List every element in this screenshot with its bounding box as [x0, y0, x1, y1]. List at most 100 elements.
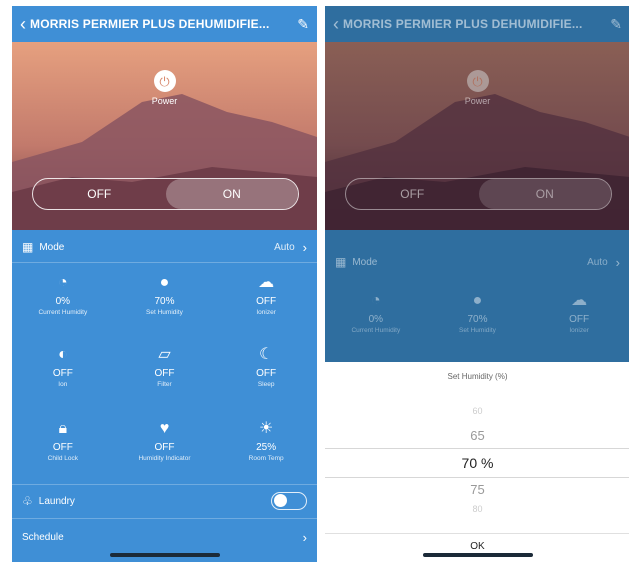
- humidity-drop-icon: ◔: [370, 292, 381, 309]
- stat-room-temp: ☀ 25% Room Temp: [215, 420, 317, 462]
- divider: [325, 533, 629, 534]
- stat-label: Ionizer: [569, 327, 589, 334]
- home-indicator: [109, 553, 220, 557]
- stat-humidity-indicator[interactable]: ♥ OFF Humidity Indicator: [114, 420, 216, 462]
- mode-row[interactable]: ▦ Mode Auto ›: [12, 233, 317, 261]
- power-control: ⏻ Power: [325, 70, 629, 106]
- stat-value: 0%: [55, 296, 71, 307]
- filter-icon: ▱: [158, 346, 171, 363]
- laundry-switch[interactable]: [271, 492, 307, 510]
- water-drop-icon: ●: [159, 274, 170, 291]
- stat-label: Set Humidity: [459, 327, 496, 334]
- bulb-icon: ♥: [159, 420, 170, 437]
- stat-set-humidity[interactable]: ● 70% Set Humidity: [114, 274, 216, 316]
- stat-label: Ion: [58, 381, 68, 388]
- power-label: Power: [464, 96, 491, 106]
- stat-label: Sleep: [257, 381, 275, 388]
- laundry-label: Laundry: [38, 495, 75, 507]
- stat-filter[interactable]: ▱ OFF Filter: [114, 346, 216, 388]
- edit-pencil-icon[interactable]: ✎: [610, 16, 622, 33]
- humidity-drop-icon: ◔: [57, 274, 68, 291]
- stat-label: Child Lock: [47, 455, 78, 462]
- stat-current-humidity: ◔ 0% Current Humidity: [12, 274, 114, 316]
- stat-label: Current Humidity: [38, 309, 88, 316]
- stat-set-humidity: ● 70% Set Humidity: [427, 292, 529, 334]
- picker-option[interactable]: 65: [325, 428, 629, 443]
- stat-value: OFF: [256, 296, 277, 307]
- stat-value: 70%: [154, 296, 175, 307]
- top-bar: ‹ MORRIS PERMIER PLUS DEHUMIDIFIE... ✎: [12, 6, 317, 42]
- schedule-label: Schedule: [22, 531, 64, 543]
- back-chevron-icon[interactable]: ‹: [20, 15, 26, 33]
- power-icon: ⏻: [466, 70, 489, 92]
- stat-value: OFF: [256, 368, 277, 379]
- hero-image: ⏻ Power OFF ON: [12, 42, 317, 230]
- power-icon[interactable]: ⏻: [153, 70, 176, 92]
- leaf-icon: ☁: [571, 292, 588, 309]
- stat-value: 0%: [368, 314, 384, 325]
- picker-option[interactable]: 60: [325, 406, 629, 416]
- grid-icon: ▦: [22, 240, 34, 254]
- toggle-off: OFF: [400, 187, 425, 201]
- edit-pencil-icon[interactable]: ✎: [297, 16, 309, 33]
- stat-sleep[interactable]: ☾ OFF Sleep: [215, 346, 317, 388]
- power-control: ⏻ Power: [12, 70, 317, 106]
- stat-value: 70%: [467, 314, 488, 325]
- stat-value: OFF: [52, 368, 73, 379]
- stat-ionizer[interactable]: ☁ OFF Ionizer: [215, 274, 317, 316]
- stat-value: OFF: [569, 314, 590, 325]
- chevron-right-icon: ›: [615, 254, 620, 270]
- humidity-picker-sheet: Set Humidity (%) 60 65 70 % 75 80 OK: [325, 362, 629, 562]
- stat-value: OFF: [154, 442, 175, 453]
- leaf-icon: ☁: [258, 274, 275, 291]
- stat-ionizer: ☁ OFF Ionizer: [528, 292, 629, 334]
- power-toggle: OFF ON: [345, 178, 612, 210]
- stat-label: Set Humidity: [146, 309, 183, 316]
- toggle-on: ON: [478, 179, 611, 209]
- picker-option-selected[interactable]: 70 %: [325, 455, 629, 471]
- stat-label: Ionizer: [256, 309, 276, 316]
- page-title: MORRIS PERMIER PLUS DEHUMIDIFIE...: [343, 17, 583, 31]
- picker-title: Set Humidity (%): [447, 372, 508, 381]
- stat-child-lock[interactable]: 🔒︎ OFF Child Lock: [12, 420, 114, 462]
- stat-label: Filter: [157, 381, 172, 388]
- dehumidifier-screen-picker: ‹ MORRIS PERMIER PLUS DEHUMIDIFIE... ✎ ⏻…: [325, 6, 629, 562]
- laundry-row: ♧ Laundry: [12, 487, 317, 515]
- power-toggle[interactable]: OFF ON: [32, 178, 299, 210]
- lock-icon: 🔒︎: [58, 420, 68, 437]
- divider: [12, 518, 317, 519]
- divider: [12, 262, 317, 263]
- stat-ion[interactable]: ◐ OFF Ion: [12, 346, 114, 388]
- stat-value: OFF: [154, 368, 175, 379]
- mode-row: ▦ Mode Auto ›: [325, 248, 629, 276]
- chevron-right-icon: ›: [302, 239, 307, 255]
- sun-icon: ☀: [258, 420, 274, 437]
- shirt-icon: ♧: [22, 494, 33, 508]
- stat-value: OFF: [52, 442, 73, 453]
- picker-option[interactable]: 75: [325, 482, 629, 497]
- page-title: MORRIS PERMIER PLUS DEHUMIDIFIE...: [30, 17, 270, 31]
- mode-label: Mode: [352, 256, 378, 268]
- back-chevron-icon[interactable]: ‹: [333, 15, 339, 33]
- chevron-right-icon: ›: [302, 529, 307, 545]
- stat-label: Room Temp: [248, 455, 284, 462]
- half-circle-icon: ◐: [57, 346, 68, 363]
- mode-value: Auto: [274, 241, 295, 253]
- picker-option[interactable]: 80: [325, 504, 629, 514]
- mode-label: Mode: [39, 241, 65, 253]
- toggle-off[interactable]: OFF: [33, 179, 166, 209]
- stat-value: 25%: [256, 442, 277, 453]
- home-indicator: [422, 553, 533, 557]
- ok-button[interactable]: OK: [325, 541, 629, 552]
- water-drop-icon: ●: [472, 292, 483, 309]
- toggle-on[interactable]: ON: [165, 179, 298, 209]
- grid-icon: ▦: [335, 255, 347, 269]
- divider: [12, 484, 317, 485]
- stat-current-humidity: ◔ 0% Current Humidity: [325, 292, 427, 334]
- stat-label: Humidity Indicator: [138, 455, 191, 462]
- dehumidifier-screen: ‹ MORRIS PERMIER PLUS DEHUMIDIFIE... ✎ ⏻…: [12, 6, 317, 562]
- stat-label: Current Humidity: [351, 327, 401, 334]
- schedule-row[interactable]: Schedule ›: [12, 523, 317, 551]
- top-bar: ‹ MORRIS PERMIER PLUS DEHUMIDIFIE... ✎: [325, 6, 629, 42]
- moon-icon: ☾: [258, 346, 274, 363]
